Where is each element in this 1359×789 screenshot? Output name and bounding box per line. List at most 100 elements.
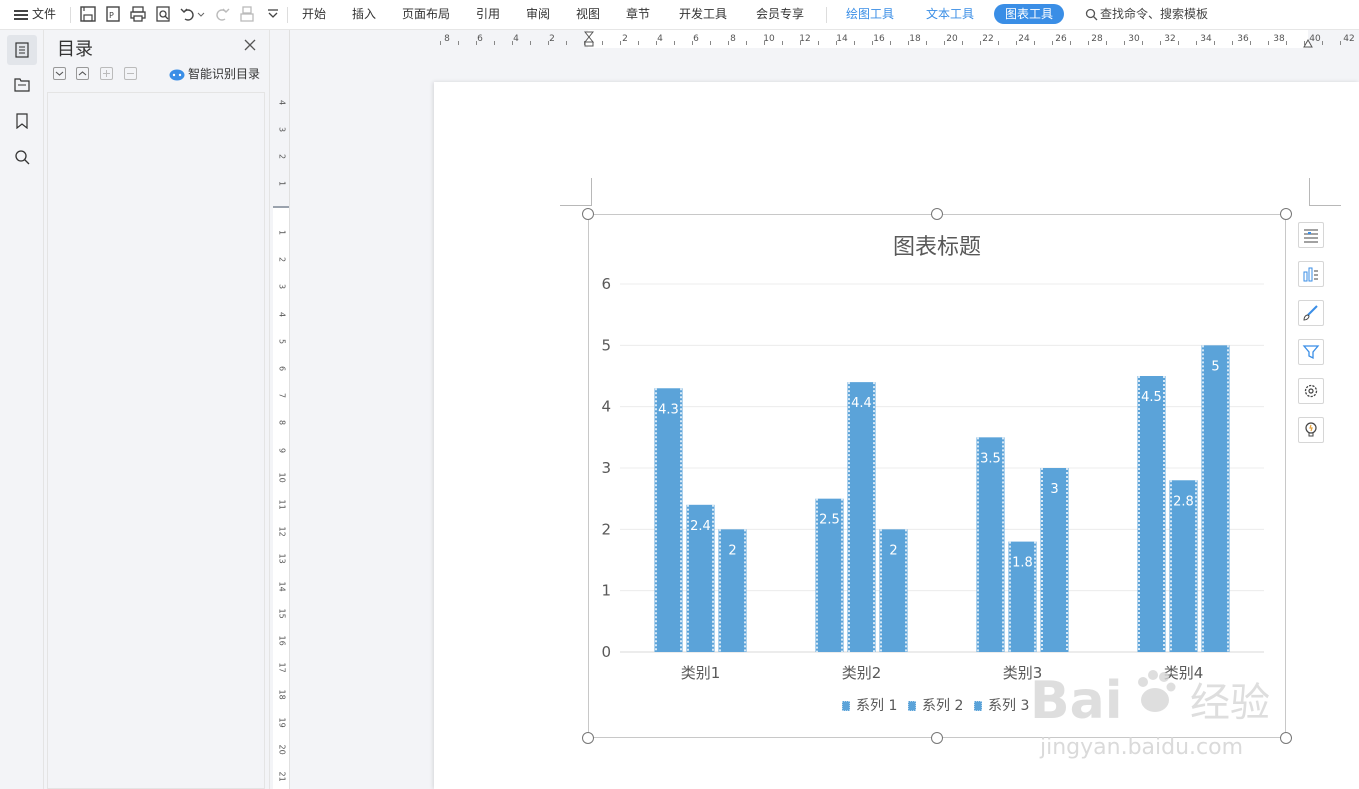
toc-collapse-button[interactable] <box>76 67 89 80</box>
x-tick-label: 类别4 <box>1164 664 1204 682</box>
ruler-label: 14 <box>277 581 287 592</box>
top-toolbar: 文件 P 开始 插入 页面布局 引用 审阅 视图 章节 开发工具 会员专享 绘图… <box>0 0 1359 30</box>
ruler-label: 30 <box>1128 34 1140 44</box>
bar[interactable] <box>654 388 683 652</box>
tab-page-layout[interactable]: 页面布局 <box>402 0 450 28</box>
vertical-ruler[interactable]: 4 3 2 1 1 2 3 4 5 6 7 8 9 10 11 12 13 14 15 16 17 18 19 20 21 <box>272 30 290 789</box>
ruler-label: 38 <box>1273 34 1285 44</box>
resize-handle-bottom[interactable] <box>931 732 943 744</box>
folder-tree-icon <box>14 78 30 92</box>
tab-references[interactable]: 引用 <box>476 0 500 28</box>
toc-remove-button[interactable] <box>124 67 137 80</box>
legend-entry[interactable]: 系列 2 <box>907 698 963 714</box>
print-icon[interactable] <box>129 5 147 23</box>
ruler-label: 2 <box>277 257 287 263</box>
tab-text-tools[interactable]: 文本工具 <box>926 0 974 28</box>
legend-entry[interactable]: 系列 3 <box>973 698 1029 714</box>
tab-review[interactable]: 审阅 <box>526 0 550 28</box>
tab-view[interactable]: 视图 <box>576 0 600 28</box>
data-label: 4.4 <box>851 396 872 411</box>
ruler-label: 4 <box>657 34 663 44</box>
toc-add-button[interactable] <box>100 67 113 80</box>
ruler-label: 14 <box>836 34 848 44</box>
ai-bubble-icon <box>169 69 185 80</box>
bar[interactable] <box>976 437 1005 652</box>
ruler-label: 34 <box>1200 34 1212 44</box>
minus-icon <box>127 73 134 74</box>
indent-marker-icon[interactable] <box>584 31 594 47</box>
tab-drawing-tools[interactable]: 绘图工具 <box>846 0 894 28</box>
rail-search-button[interactable] <box>7 142 37 172</box>
right-indent-marker-icon[interactable] <box>1303 36 1313 48</box>
export-icon[interactable]: P <box>104 5 122 23</box>
ruler-label: 2 <box>549 34 555 44</box>
tab-insert[interactable]: 插入 <box>352 0 376 28</box>
legend-swatch <box>841 700 851 712</box>
rail-bookmark-button[interactable] <box>7 106 37 136</box>
ruler-label: 9 <box>277 447 287 453</box>
bar-chart[interactable]: 图表标题 0 1 2 3 4 5 6 4.3 2.4 2 2.5 4.4 2 3.5 1.8 3 4.5 2.8… <box>588 214 1286 738</box>
bar[interactable] <box>1137 376 1166 652</box>
ruler-label: 10 <box>277 472 287 483</box>
ruler-label: 21 <box>277 771 287 782</box>
legend-entry[interactable]: 系列 1 <box>841 698 897 714</box>
close-icon[interactable] <box>243 38 257 52</box>
more-dropdown-icon[interactable] <box>264 5 282 23</box>
chart-style-button[interactable] <box>1298 261 1324 287</box>
y-tick-label: 3 <box>601 459 611 477</box>
x-tick-label: 类别3 <box>1003 664 1043 682</box>
resize-handle-top-left[interactable] <box>582 208 594 220</box>
redo-icon[interactable] <box>213 5 231 23</box>
y-tick-label: 6 <box>601 275 611 293</box>
chart-elements-icon <box>1304 229 1318 243</box>
print-preview-icon[interactable] <box>154 5 172 23</box>
ruler-label: 4 <box>277 99 287 106</box>
chart-title[interactable]: 图表标题 <box>893 235 981 260</box>
resize-handle-top-right[interactable] <box>1280 208 1292 220</box>
undo-icon[interactable] <box>179 5 197 23</box>
document-outline-icon <box>15 42 29 58</box>
chart-elements-button[interactable] <box>1298 222 1324 248</box>
y-tick-label: 0 <box>601 643 611 661</box>
tab-developer[interactable]: 开发工具 <box>679 0 727 28</box>
svg-text:P: P <box>109 11 114 20</box>
bar[interactable] <box>847 382 876 652</box>
rail-navigation-button[interactable] <box>7 70 37 100</box>
command-search[interactable]: 查找命令、搜索模板 <box>1085 0 1208 28</box>
data-label: 2.4 <box>690 519 711 534</box>
ruler-label: 3 <box>277 126 287 133</box>
chart-brush-button[interactable] <box>1298 300 1324 326</box>
undo-dropdown-icon[interactable] <box>197 5 205 23</box>
ruler-label: 18 <box>909 34 921 44</box>
chart-settings-button[interactable] <box>1298 378 1324 404</box>
search-icon <box>1085 8 1098 21</box>
tab-section[interactable]: 章节 <box>626 0 650 28</box>
chart-idea-button[interactable] <box>1298 417 1324 443</box>
ruler-label: 1 <box>277 180 287 187</box>
format-painter-icon[interactable] <box>238 5 256 23</box>
ruler-label: 8 <box>444 34 450 44</box>
ruler-label: 17 <box>277 662 287 673</box>
rail-toc-button[interactable] <box>7 35 37 65</box>
ruler-label: 6 <box>477 34 483 44</box>
chart-filter-button[interactable] <box>1298 339 1324 365</box>
resize-handle-bottom-right[interactable] <box>1280 732 1292 744</box>
brush-icon <box>1303 305 1318 321</box>
command-search-placeholder: 查找命令、搜索模板 <box>1100 7 1209 21</box>
ruler-label: 8 <box>277 420 287 426</box>
resize-handle-top[interactable] <box>931 208 943 220</box>
save-icon[interactable] <box>79 5 97 23</box>
bar[interactable] <box>1201 345 1230 652</box>
ruler-label: 13 <box>277 553 287 565</box>
legend-swatch <box>973 700 983 712</box>
tab-member[interactable]: 会员专享 <box>756 0 804 28</box>
tab-home[interactable]: 开始 <box>302 0 326 28</box>
resize-handle-bottom-left[interactable] <box>582 732 594 744</box>
toc-expand-button[interactable] <box>53 67 66 80</box>
horizontal-ruler[interactable]: 8 6 4 2 2 4 6 8 10 12 14 16 18 20 22 24 26 28 30 32 34 36 38 40… <box>290 30 1359 48</box>
ruler-label: 20 <box>277 744 287 755</box>
tab-chart-tools[interactable]: 图表工具 <box>994 4 1065 24</box>
file-menu[interactable]: 文件 <box>14 0 56 28</box>
bookmark-icon <box>16 113 28 129</box>
smart-toc-button[interactable]: 智能识别目录 <box>169 66 260 82</box>
